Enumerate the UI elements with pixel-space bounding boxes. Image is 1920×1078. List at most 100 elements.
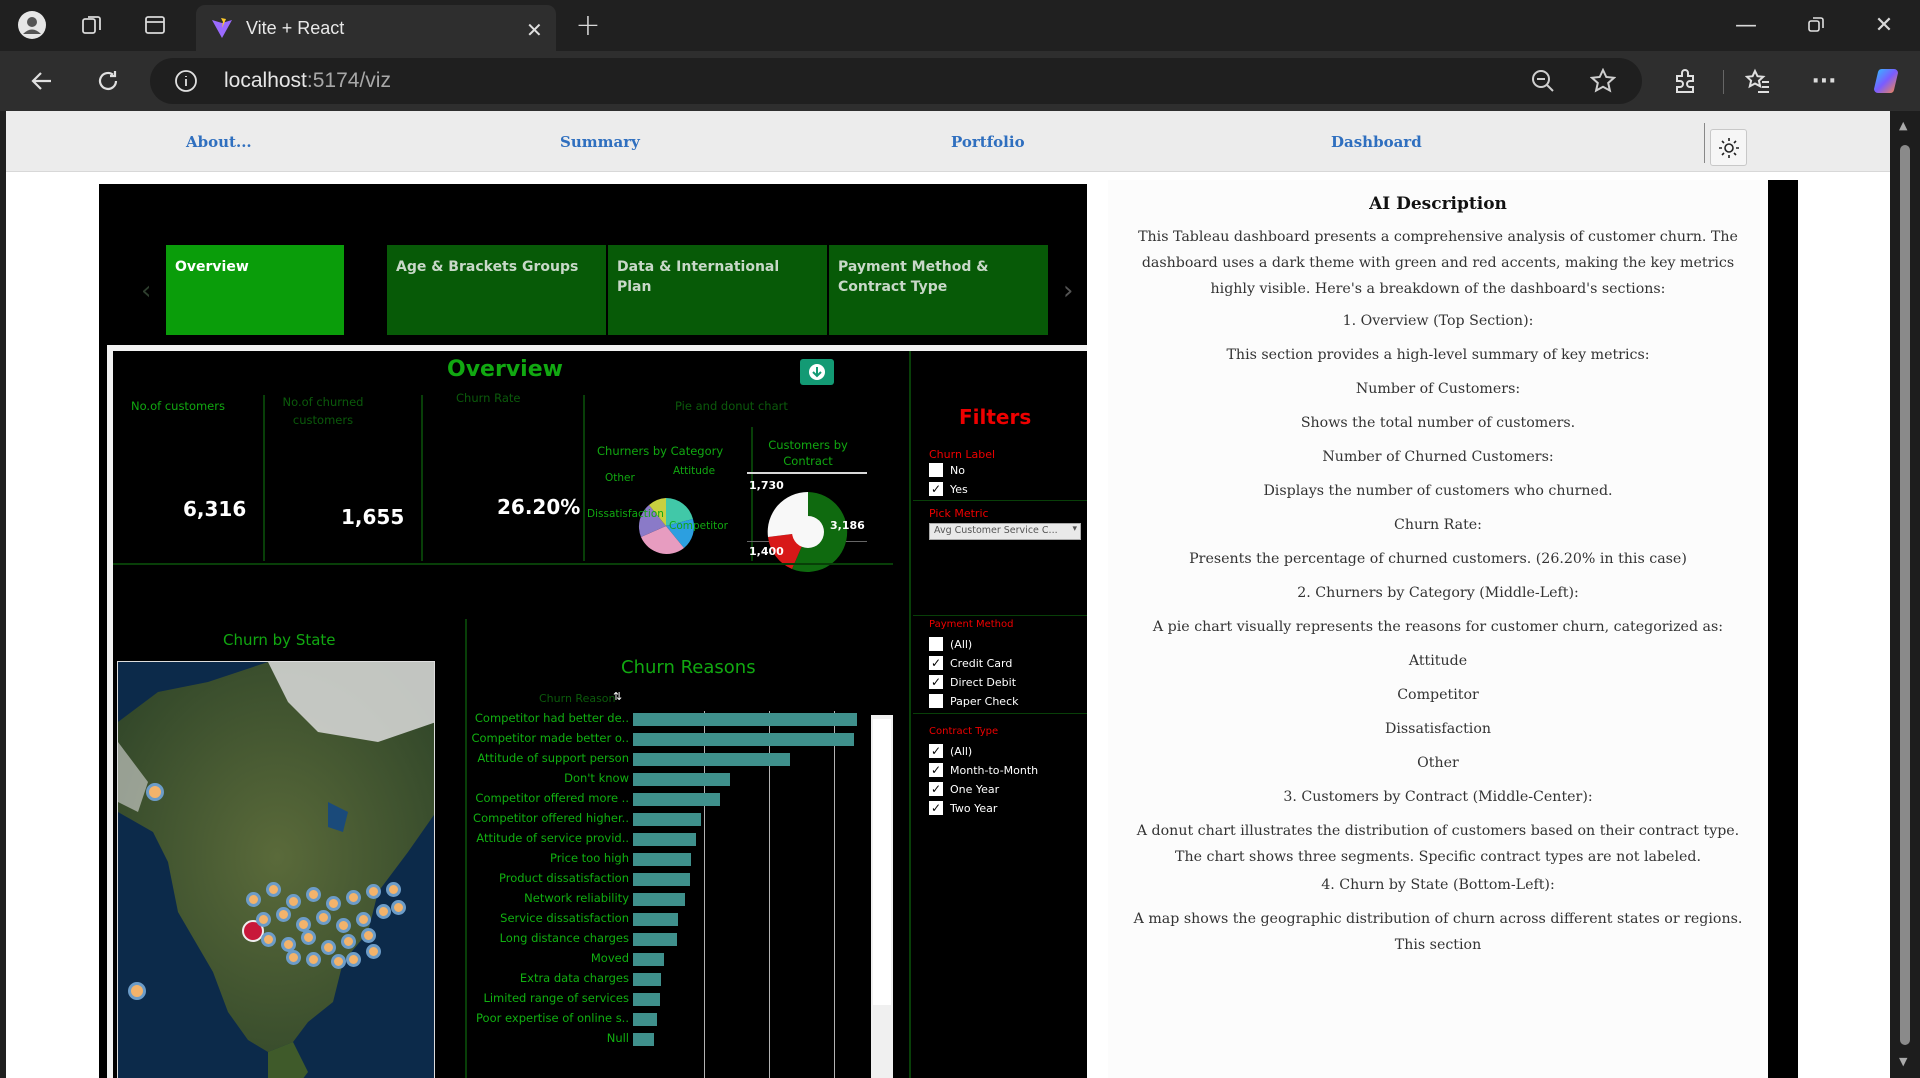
checkbox[interactable] [929,463,943,477]
reason-bar[interactable] [633,873,690,886]
checkbox-checked[interactable]: ✓ [929,482,943,496]
tab-age-brackets[interactable]: Age & Brackets Groups [387,245,606,335]
url-field[interactable]: localhost:5174/viz [150,58,1642,104]
reason-bar[interactable] [633,733,854,746]
vertical-tabs-icon[interactable] [135,7,175,43]
reason-bar[interactable] [633,993,660,1006]
more-options-icon[interactable]: ··· [1804,61,1844,101]
map-bubble[interactable] [266,882,281,897]
churn-by-state-map[interactable] [117,661,435,1078]
scroll-down-icon[interactable]: ▼ [1899,1055,1907,1068]
map-bubble[interactable] [341,934,356,949]
nav-link-about[interactable]: About... [186,133,252,151]
filter-payment-all[interactable]: (All) [929,637,972,651]
map-bubble[interactable] [146,783,164,801]
map-bubble[interactable] [286,894,301,909]
tabs-next-arrow-icon[interactable]: › [1063,276,1073,306]
reason-bar[interactable] [633,833,696,846]
filter-contract-all[interactable]: ✓ (All) [929,744,972,758]
back-icon[interactable] [22,61,62,101]
tab-data-international[interactable]: Data & International Plan [608,245,827,335]
pick-metric-dropdown[interactable]: Avg Customer Service C... ▾ [929,523,1081,540]
reason-bar[interactable] [633,973,661,986]
reason-bar[interactable] [633,913,678,926]
reason-bar[interactable] [633,953,664,966]
close-window-icon[interactable]: ✕ [1864,7,1904,43]
checkbox[interactable] [929,637,943,651]
map-bubble[interactable] [366,884,381,899]
checkbox-checked[interactable]: ✓ [929,744,943,758]
page-scrollbar-thumb[interactable] [1900,145,1910,1045]
tab-payment-contract[interactable]: Payment Method & Contract Type [829,245,1048,335]
favorites-icon[interactable] [1738,61,1778,101]
map-bubble[interactable] [286,950,301,965]
tab-overview[interactable]: Overview [166,245,344,335]
page-scrollbar[interactable]: ▲ ▼ [1890,111,1920,1078]
theme-toggle-button[interactable] [1710,129,1747,166]
copilot-icon[interactable] [1868,61,1908,101]
zoom-out-icon[interactable] [1530,68,1556,98]
reason-bar[interactable] [633,1013,657,1026]
filter-contract-one-year[interactable]: ✓ One Year [929,782,999,796]
map-bubble[interactable] [261,932,276,947]
filter-contract-month[interactable]: ✓ Month-to-Month [929,763,1038,777]
checkbox[interactable] [929,694,943,708]
reason-bar[interactable] [633,753,791,766]
tabs-prev-arrow-icon[interactable]: ‹ [141,276,151,306]
restore-icon[interactable] [1796,7,1836,43]
map-bubble[interactable] [361,928,376,943]
map-bubble[interactable] [128,982,146,1000]
map-bubble[interactable] [306,952,321,967]
close-tab-icon[interactable]: ✕ [526,18,543,42]
chart-scrollbar-thumb[interactable] [873,719,891,1005]
map-bubble[interactable] [346,890,361,905]
map-bubble[interactable] [326,896,341,911]
map-bubble[interactable] [336,918,351,933]
checkbox-checked[interactable]: ✓ [929,782,943,796]
map-bubble[interactable] [366,944,381,959]
reason-bar[interactable] [633,813,701,826]
profile-icon[interactable] [12,7,52,43]
checkbox-checked[interactable]: ✓ [929,763,943,777]
filter-payment-paper-check[interactable]: Paper Check [929,694,1019,708]
map-bubble[interactable] [376,904,391,919]
scroll-up-icon[interactable]: ▲ [1899,119,1907,132]
nav-link-portfolio[interactable]: Portfolio [951,133,1025,151]
workspaces-icon[interactable] [72,7,112,43]
map-bubble[interactable] [356,912,371,927]
browser-tab-active[interactable]: Vite + React ✕ [196,5,556,51]
site-info-icon[interactable] [174,69,198,97]
reason-bar[interactable] [633,1033,654,1046]
filter-payment-credit-card[interactable]: ✓ Credit Card [929,656,1012,670]
filter-churn-yes[interactable]: ✓ Yes [929,482,968,496]
chart-scrollbar[interactable] [871,715,893,1078]
download-icon[interactable] [800,359,834,385]
checkbox-checked[interactable]: ✓ [929,801,943,815]
reason-bar[interactable] [633,773,730,786]
reason-bar[interactable] [633,893,685,906]
filter-contract-two-year[interactable]: ✓ Two Year [929,801,997,815]
filter-payment-direct-debit[interactable]: ✓ Direct Debit [929,675,1016,689]
new-tab-icon[interactable]: + [568,7,608,43]
map-bubble[interactable] [346,952,361,967]
nav-link-summary[interactable]: Summary [560,133,640,151]
reason-bar[interactable] [633,853,691,866]
refresh-icon[interactable] [88,61,128,101]
map-bubble[interactable] [256,912,271,927]
filter-churn-no[interactable]: No [929,463,965,477]
map-bubble[interactable] [321,940,336,955]
map-bubble[interactable] [301,930,316,945]
reason-bar[interactable] [633,793,720,806]
tableau-dashboard[interactable]: ‹ Overview Age & Brackets Groups Data & … [99,184,1087,1078]
map-bubble-cluster[interactable] [246,882,406,969]
map-bubble[interactable] [276,907,291,922]
map-bubble[interactable] [246,892,261,907]
checkbox-checked[interactable]: ✓ [929,675,943,689]
favorite-star-icon[interactable] [1589,67,1617,98]
nav-link-dashboard[interactable]: Dashboard [1331,133,1422,151]
map-bubble[interactable] [316,910,331,925]
checkbox-checked[interactable]: ✓ [929,656,943,670]
reason-bar[interactable] [633,713,857,726]
reason-bar[interactable] [633,933,677,946]
map-bubble[interactable] [331,954,346,969]
